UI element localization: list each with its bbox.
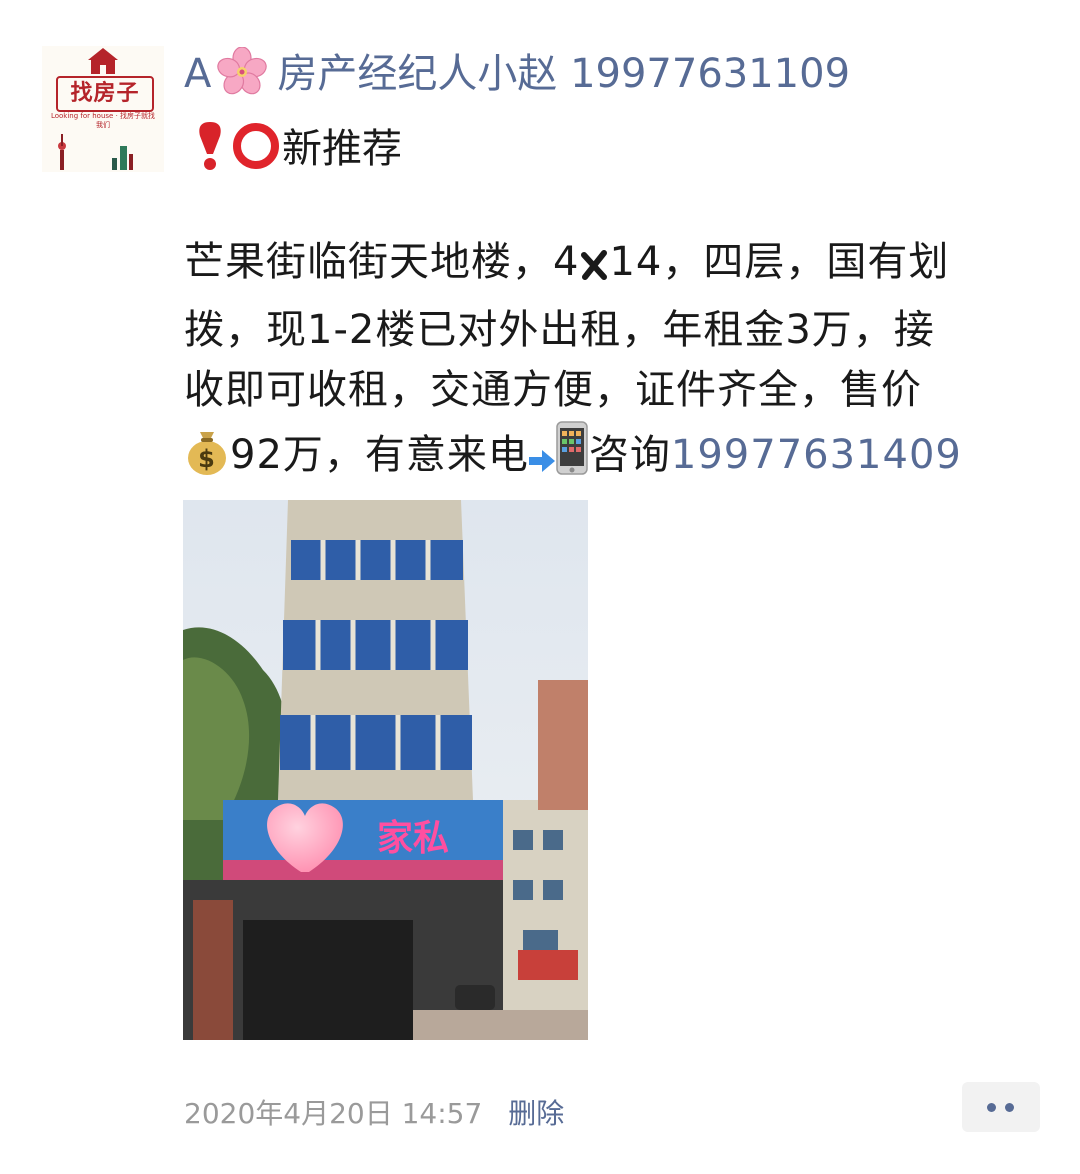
author-name[interactable]: A 房产经纪人小赵 19977631109	[184, 46, 850, 102]
avatar-logo-subtext: Looking for house · 找房子就找我们	[50, 112, 156, 129]
body-line-2: 拨，现1-2楼已对外出租，年租金3万，接	[184, 307, 935, 353]
money-bag-icon: $	[184, 428, 230, 493]
body-text-price: 92万，有意来电	[230, 432, 529, 478]
delete-link[interactable]: 删除	[508, 1097, 564, 1130]
author-avatar[interactable]: 找房子 Looking for house · 找房子就找我们	[42, 46, 164, 172]
body-line-4: $ 92万，有意来电 咨询19977631409	[184, 420, 1044, 493]
more-actions-button[interactable]	[962, 1082, 1040, 1132]
multiply-x-icon	[579, 240, 609, 300]
svg-text:$: $	[198, 445, 216, 473]
post-tag-line: 新推荐	[190, 118, 402, 178]
body-text-consult: 咨询	[588, 432, 671, 478]
body-line-1: 芒果街临街天地楼，4 14，四层，国有划	[184, 232, 1044, 300]
author-prefix: A	[184, 51, 212, 97]
more-dots-icon	[987, 1103, 996, 1112]
right-arrow-icon	[528, 433, 555, 493]
cherry-blossom-icon	[217, 46, 268, 97]
body-text-2: 14，四层，国有划	[609, 239, 950, 285]
moments-post: 找房子 Looking for house · 找房子就找我们 A 房产经纪人小…	[0, 0, 1080, 1174]
post-timestamp: 2020年4月20日 14:57	[184, 1097, 483, 1130]
post-body: 芒果街临街天地楼，4 14，四层，国有划 拨，现1-2楼已对外出租，年租金3万，…	[184, 232, 1044, 493]
post-tag-text: 新推荐	[282, 126, 402, 172]
heavy-exclamation-icon	[190, 118, 230, 189]
photo-sign-text: 家私	[377, 818, 449, 859]
post-footer: 2020年4月20日 14:57 删除	[184, 1094, 564, 1134]
more-dots-icon	[1005, 1103, 1014, 1112]
body-line-3: 收即可收租，交通方便，证件齐全，售价	[184, 367, 922, 413]
mobile-phone-icon	[555, 420, 589, 493]
author-display-name: 房产经纪人小赵 19977631109	[277, 51, 851, 97]
contact-phone-link[interactable]: 19977631409	[671, 432, 962, 478]
avatar-logo-text: 找房子	[56, 76, 154, 112]
hollow-red-circle-icon	[230, 120, 282, 189]
post-photo[interactable]: 家私	[183, 500, 588, 1040]
body-text-1: 芒果街临街天地楼，4	[184, 239, 580, 285]
